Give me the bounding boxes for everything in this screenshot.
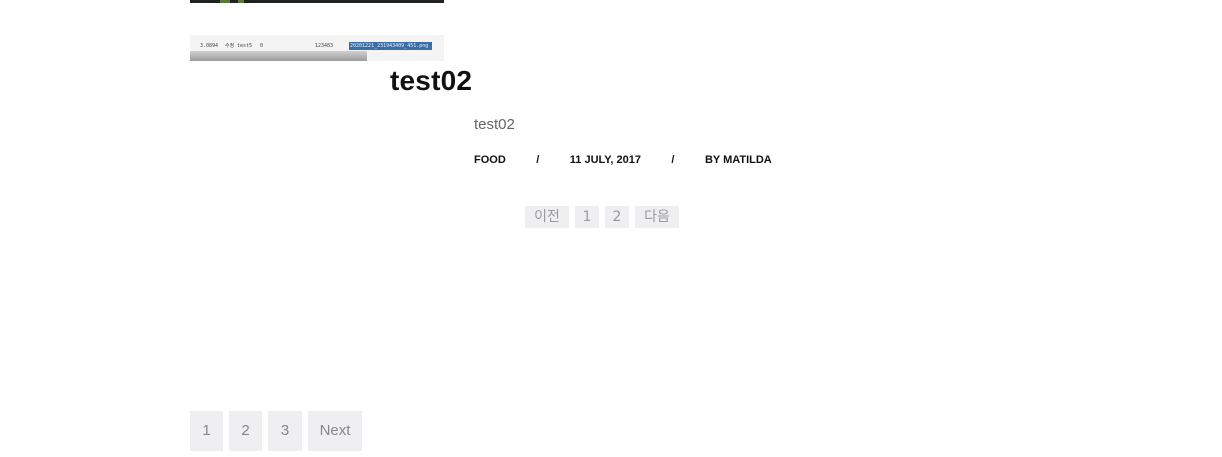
thumbnail-shadow-band xyxy=(190,51,367,61)
thumbnail-image-top-edge xyxy=(190,0,444,3)
thumbnail-text: test5 xyxy=(237,43,253,49)
thumbnail-text: 3.0894 xyxy=(200,43,219,49)
post-excerpt: test02 xyxy=(474,116,515,133)
page-1-button[interactable]: 1 xyxy=(190,411,223,451)
thumbnail-text: 0 xyxy=(260,43,264,49)
post-page-1-button[interactable]: 1 xyxy=(575,206,599,228)
pagination: 1 2 3 Next xyxy=(190,411,368,451)
post-category-link[interactable]: FOOD xyxy=(474,154,506,167)
meta-separator: / xyxy=(671,154,675,166)
post-page-2-button[interactable]: 2 xyxy=(605,206,629,228)
page-3-button[interactable]: 3 xyxy=(268,411,302,451)
post-pagination: 이전 1 2 다음 xyxy=(525,206,685,228)
meta-separator: / xyxy=(536,154,540,166)
thumbnail-text: 수정 xyxy=(225,43,235,49)
post-title[interactable]: test02 xyxy=(390,64,472,98)
post-meta: FOOD / 11 JULY, 2017 / BY MATILDA xyxy=(474,154,772,167)
thumbnail-selected-text: 20201221_231943409_451.png xyxy=(350,43,429,49)
thumbnail-text: 123483 xyxy=(315,43,334,49)
post-prev-button[interactable]: 이전 xyxy=(525,206,569,228)
post-date: 11 JULY, 2017 xyxy=(569,154,641,166)
post-thumbnail-image[interactable]: 3.0894 수정 test5 0 123483 20201221_231943… xyxy=(190,35,444,61)
next-page-button[interactable]: Next xyxy=(308,411,362,451)
post-author-link[interactable]: BY MATILDA xyxy=(705,154,772,167)
page-2-button[interactable]: 2 xyxy=(229,411,262,451)
post-next-button[interactable]: 다음 xyxy=(635,206,679,228)
